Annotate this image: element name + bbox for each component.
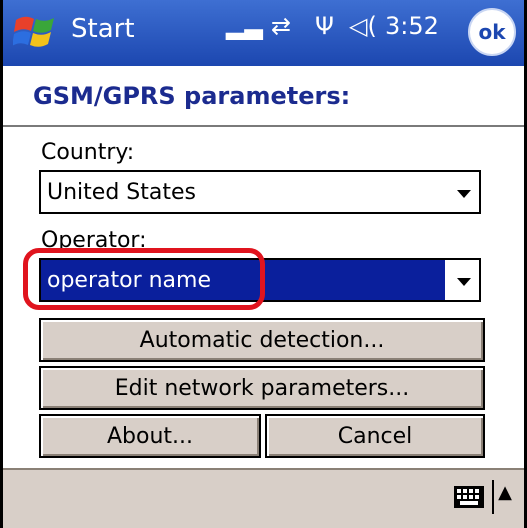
about-button[interactable]: About...: [39, 414, 261, 458]
volume-icon[interactable]: ◁(: [349, 12, 377, 40]
command-bar: ▲: [3, 468, 524, 528]
country-value: United States: [47, 180, 196, 205]
antenna-icon[interactable]: Ψ: [315, 12, 334, 40]
chevron-down-icon[interactable]: [457, 190, 471, 198]
windows-flag-icon[interactable]: [13, 10, 59, 54]
chevron-down-icon[interactable]: [457, 278, 471, 286]
pocket-pc-screen: Start ▂▃ ⇄ Ψ ◁( 3:52 ok GSM/GPRS paramet…: [0, 0, 527, 528]
connectivity-icon[interactable]: ⇄: [271, 12, 291, 40]
page-title: GSM/GPRS parameters:: [33, 82, 351, 110]
signal-strength-icon[interactable]: ▂▃: [226, 12, 263, 40]
country-dropdown[interactable]: United States: [39, 170, 481, 214]
edit-network-parameters-button[interactable]: Edit network parameters...: [39, 366, 485, 410]
clock[interactable]: 3:52: [385, 12, 439, 40]
highlight-annotation: [23, 248, 265, 310]
ok-button[interactable]: ok: [468, 8, 516, 56]
taskbar: Start ▂▃ ⇄ Ψ ◁( 3:52 ok: [3, 0, 524, 66]
keyboard-icon[interactable]: [454, 486, 484, 508]
automatic-detection-button[interactable]: Automatic detection...: [39, 318, 485, 362]
start-menu-label[interactable]: Start: [71, 14, 135, 44]
cancel-button[interactable]: Cancel: [265, 414, 485, 458]
sip-separator: [492, 480, 494, 514]
heading-divider: [3, 125, 524, 127]
sip-arrow-icon[interactable]: ▲: [498, 482, 512, 503]
country-label: Country:: [41, 140, 135, 165]
